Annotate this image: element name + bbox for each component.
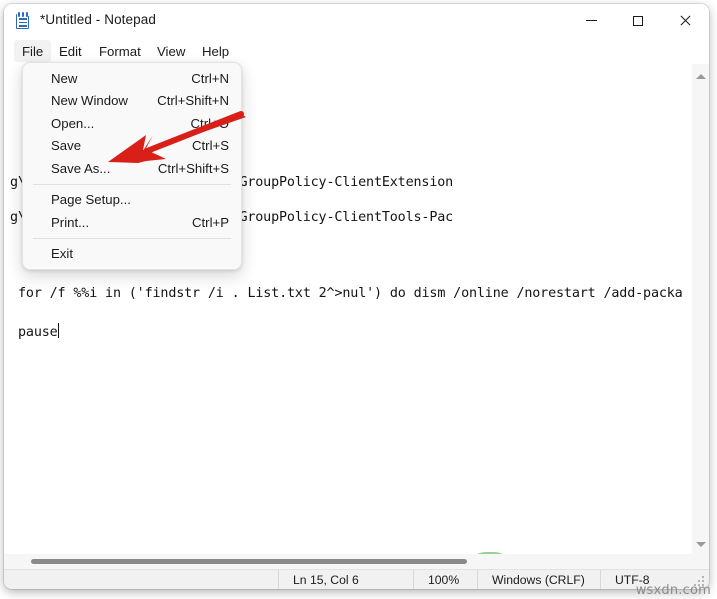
menu-edit-label: Edit — [59, 43, 82, 59]
menu-item-print-label: Print... — [51, 214, 90, 230]
menu-item-exit[interactable]: Exit — [23, 243, 241, 266]
menu-edit[interactable]: Edit — [51, 40, 90, 62]
menu-item-new[interactable]: New Ctrl+N — [23, 67, 241, 90]
menu-bar: File Edit Format View Help — [4, 38, 709, 64]
maximize-icon — [633, 15, 643, 26]
editor-line-3: for /f %%i in ('findstr /i . List.txt 2^… — [18, 286, 683, 301]
screenshot-root: *Untitled - Notepad File Edit Format Vie… — [0, 0, 717, 599]
text-caret — [57, 323, 59, 338]
notepad-window: *Untitled - Notepad File Edit Format Vie… — [4, 4, 709, 589]
menu-item-page-setup-label: Page Setup... — [51, 192, 131, 208]
menu-separator-1 — [33, 183, 231, 185]
menu-help[interactable]: Help — [194, 40, 237, 62]
menu-item-open[interactable]: Open... Ctrl+O — [23, 112, 241, 135]
menu-file[interactable]: File — [14, 40, 52, 62]
menu-help-label: Help — [202, 43, 230, 59]
horizontal-scrollbar-thumb[interactable] — [31, 559, 467, 564]
menu-item-new-window-label: New Window — [51, 93, 128, 109]
menu-item-page-setup[interactable]: Page Setup... — [23, 189, 241, 212]
menu-format[interactable]: Format — [91, 40, 149, 62]
menu-item-new-label: New — [51, 70, 78, 86]
menu-item-open-accel: Ctrl+O — [190, 115, 229, 131]
minimize-icon — [585, 20, 597, 21]
menu-item-save-as-label: Save As... — [51, 160, 111, 176]
menu-item-save-as[interactable]: Save As... Ctrl+Shift+S — [23, 157, 241, 180]
site-watermark: wsxdn.com — [635, 583, 711, 598]
minimize-button[interactable] — [568, 4, 614, 37]
status-cursor-position: Ln 15, Col 6 — [278, 570, 413, 589]
vertical-scrollbar[interactable] — [692, 64, 709, 569]
menu-view-label: View — [157, 43, 186, 59]
menu-item-save-label: Save — [51, 138, 82, 154]
notepad-icon — [15, 12, 31, 30]
menu-item-save-accel: Ctrl+S — [191, 138, 229, 154]
menu-file-label: File — [22, 43, 44, 59]
scroll-up-button[interactable] — [692, 68, 709, 85]
status-bar: Ln 15, Col 6 100% Windows (CRLF) UTF-8 — [4, 569, 709, 589]
scroll-down-button[interactable] — [692, 536, 709, 553]
editor-line-4-text: pause — [18, 325, 58, 340]
menu-item-exit-label: Exit — [51, 246, 73, 262]
chevron-up-icon — [695, 74, 706, 79]
menu-view[interactable]: View — [149, 40, 193, 62]
chevron-down-icon — [695, 542, 706, 547]
close-icon — [679, 15, 691, 27]
menu-item-new-window[interactable]: New Window Ctrl+Shift+N — [23, 90, 241, 113]
horizontal-scrollbar[interactable] — [4, 554, 692, 569]
window-title: *Untitled - Notepad — [40, 12, 156, 27]
menu-item-save[interactable]: Save Ctrl+S — [23, 135, 241, 158]
close-button[interactable] — [662, 4, 708, 37]
title-bar: *Untitled - Notepad — [4, 4, 709, 38]
menu-separator-2 — [33, 237, 231, 239]
menu-item-new-window-accel: Ctrl+Shift+N — [157, 93, 229, 109]
file-dropdown-menu: New Ctrl+N New Window Ctrl+Shift+N Open.… — [22, 62, 242, 270]
menu-item-new-accel: Ctrl+N — [191, 70, 229, 86]
menu-item-print[interactable]: Print... Ctrl+P — [23, 211, 241, 234]
menu-item-print-accel: Ctrl+P — [191, 214, 229, 230]
menu-item-save-as-accel: Ctrl+Shift+S — [157, 160, 229, 176]
editor-line-4: pause — [18, 323, 59, 340]
menu-format-label: Format — [99, 43, 141, 59]
maximize-button[interactable] — [615, 4, 661, 37]
status-line-ending[interactable]: Windows (CRLF) — [477, 570, 600, 589]
menu-item-open-label: Open... — [51, 115, 95, 131]
status-zoom-level[interactable]: 100% — [413, 570, 477, 589]
